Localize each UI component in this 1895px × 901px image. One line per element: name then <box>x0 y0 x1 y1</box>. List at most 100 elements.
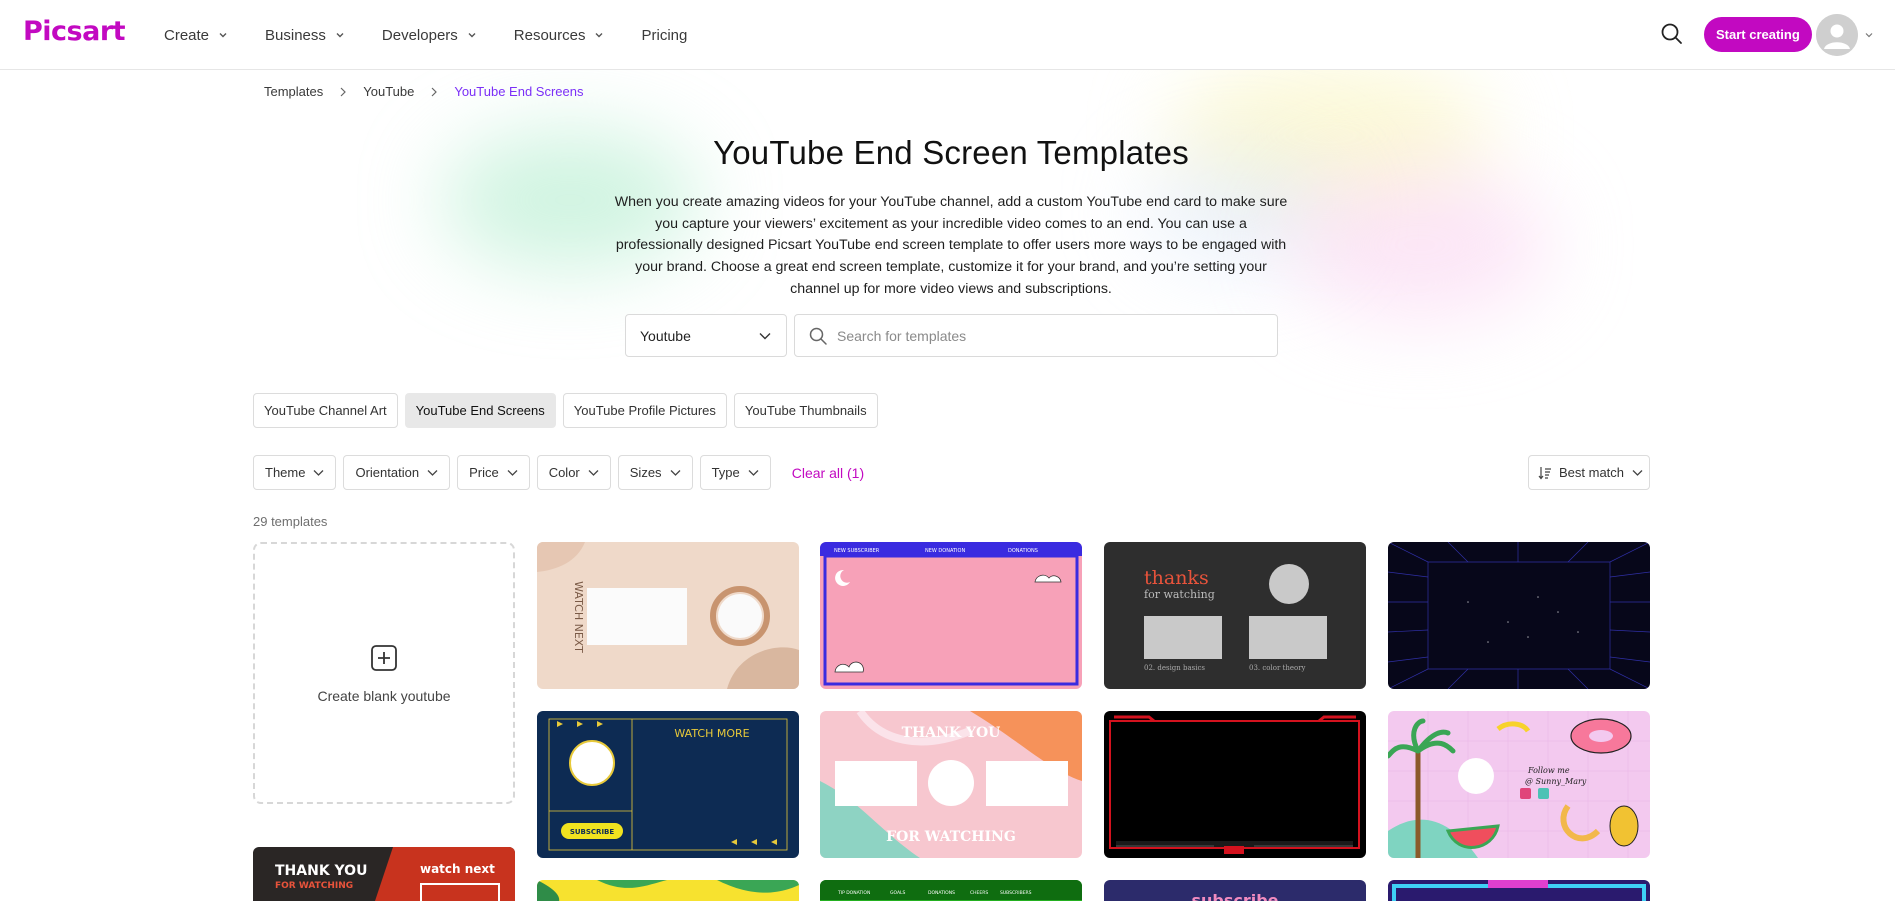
avatar[interactable] <box>1816 14 1858 56</box>
template-card[interactable]: Follow me @ Sunny_Mary <box>1388 711 1650 858</box>
template-thumbnail: WATCH MORE SUBSCRIBE <box>537 711 799 858</box>
for-watching-text: FOR WATCHING <box>275 881 353 891</box>
template-count: 29 templates <box>253 514 327 529</box>
breadcrumb-current: YouTube End Screens <box>454 84 583 99</box>
template-card[interactable]: TIP DONATION GOALS DONATIONS CHEERS SUBS… <box>820 880 1082 901</box>
chip-youtube-profile-pictures[interactable]: YouTube Profile Pictures <box>563 393 727 428</box>
search-input[interactable] <box>837 328 1257 344</box>
filter-price-label: Price <box>469 465 499 480</box>
video-label: 03. color theory <box>1249 664 1306 672</box>
template-card[interactable]: thanks for watching 02. design basics 03… <box>1104 542 1366 689</box>
chevron-right-icon <box>430 87 438 97</box>
filter-type-label: Type <box>712 465 740 480</box>
filter-orientation[interactable]: Orientation <box>343 455 450 490</box>
user-icon <box>1816 14 1858 56</box>
chevron-down-icon <box>335 30 345 40</box>
template-card[interactable] <box>1388 880 1650 901</box>
breadcrumb-templates[interactable]: Templates <box>264 84 323 99</box>
nav-resources[interactable]: Resources <box>514 27 605 44</box>
template-card[interactable] <box>1388 542 1650 689</box>
filter-theme-label: Theme <box>265 465 305 480</box>
nav-resources-label: Resources <box>514 27 586 44</box>
template-card[interactable] <box>1104 711 1366 858</box>
sort-icon <box>1537 465 1553 481</box>
create-blank-card[interactable]: Create blank youtube <box>253 542 515 804</box>
filter-theme[interactable]: Theme <box>253 455 336 490</box>
hero-gradient-pink <box>1290 170 1550 320</box>
chevron-down-icon <box>594 30 604 40</box>
chevron-down-icon <box>588 469 599 477</box>
thank-you-text: THANK YOU <box>275 863 367 879</box>
chevron-right-icon <box>339 87 347 97</box>
breadcrumb-youtube[interactable]: YouTube <box>363 84 414 99</box>
filter-color-label: Color <box>549 465 580 480</box>
page-description: When you create amazing videos for your … <box>612 192 1290 301</box>
for-watching-text: for watching <box>1144 588 1215 601</box>
filter-color[interactable]: Color <box>537 455 611 490</box>
filter-price[interactable]: Price <box>457 455 530 490</box>
chip-youtube-thumbnails[interactable]: YouTube Thumbnails <box>734 393 878 428</box>
chevron-down-icon <box>507 469 518 477</box>
bar-label: NEW SUBSCRIBER <box>834 548 880 554</box>
chevron-down-icon <box>467 30 477 40</box>
template-card[interactable]: THANK YOU FOR WATCHING watch next <box>253 847 515 901</box>
template-card[interactable]: WATCH NEXT <box>537 542 799 689</box>
template-thumbnail: subscribe <box>1104 880 1366 901</box>
filter-sizes[interactable]: Sizes <box>618 455 693 490</box>
template-thumbnail: Follow me @ Sunny_Mary <box>1388 711 1650 858</box>
chevron-down-icon[interactable] <box>1865 31 1873 39</box>
search-icon <box>808 326 828 346</box>
add-page-icon <box>369 643 399 673</box>
template-thumbnail: THANK YOU FOR WATCHING <box>820 711 1082 858</box>
nav-developers[interactable]: Developers <box>382 27 477 44</box>
chip-youtube-end-screens[interactable]: YouTube End Screens <box>405 393 556 428</box>
nav-pricing[interactable]: Pricing <box>641 27 687 44</box>
chevron-down-icon <box>1632 469 1643 477</box>
follow-me-text: Follow me <box>1527 766 1570 775</box>
search-icon[interactable] <box>1659 21 1685 47</box>
template-card[interactable]: NEW SUBSCRIBER NEW DONATION DONATIONS <box>820 542 1082 689</box>
picsart-logo[interactable]: Picsart <box>23 16 125 47</box>
chevron-down-icon <box>313 469 324 477</box>
create-blank-label: Create blank youtube <box>317 688 450 704</box>
filter-type[interactable]: Type <box>700 455 771 490</box>
template-card[interactable]: THANK YOU FOR WATCHING <box>820 711 1082 858</box>
top-header: Picsart Create Business Developers Resou… <box>0 0 1895 70</box>
page-title: YouTube End Screen Templates <box>0 134 1895 172</box>
nav-developers-label: Developers <box>382 27 458 44</box>
template-thumbnail: NEW SUBSCRIBER NEW DONATION DONATIONS <box>820 542 1082 689</box>
template-thumbnail: THANK YOU FOR WATCHING watch next <box>253 847 515 901</box>
category-chips: YouTube Channel Art YouTube End Screens … <box>253 393 878 428</box>
category-select-value: Youtube <box>640 328 691 344</box>
chip-youtube-channel-art[interactable]: YouTube Channel Art <box>253 393 398 428</box>
template-thumbnail <box>1388 880 1650 901</box>
template-search-box <box>794 314 1278 357</box>
template-thumbnail: thanks for watching 02. design basics 03… <box>1104 542 1366 689</box>
subscribe-text: SUBSCRIBE <box>570 828 615 836</box>
sort-dropdown[interactable]: Best match <box>1528 455 1650 490</box>
filter-orientation-label: Orientation <box>355 465 419 480</box>
chevron-down-icon <box>218 30 228 40</box>
watch-next-text: WATCH NEXT <box>572 581 585 653</box>
video-label: 02. design basics <box>1144 664 1205 672</box>
subscribe-text: subscribe <box>1191 891 1278 901</box>
nav-business[interactable]: Business <box>265 27 345 44</box>
template-thumbnail: WATCH NEXT <box>537 542 799 689</box>
bar-label: SUBSCRIBERS <box>1000 890 1032 896</box>
clear-all-filters-link[interactable]: Clear all (1) <box>792 465 864 481</box>
bar-label: DONATIONS <box>1008 548 1038 554</box>
chevron-down-icon <box>758 330 772 342</box>
for-watching-text: FOR WATCHING <box>886 829 1016 845</box>
handle-text: @ Sunny_Mary <box>1525 777 1587 786</box>
template-card[interactable]: subscribe <box>1104 880 1366 901</box>
bar-label: GOALS <box>890 890 906 896</box>
template-thumbnail <box>537 880 799 901</box>
bar-label: DONATIONS <box>928 890 955 896</box>
category-select[interactable]: Youtube <box>625 314 787 357</box>
start-creating-button[interactable]: Start creating <box>1704 17 1812 52</box>
chevron-down-icon <box>748 469 759 477</box>
template-card[interactable] <box>537 880 799 901</box>
nav-create-label: Create <box>164 27 209 44</box>
template-card[interactable]: WATCH MORE SUBSCRIBE <box>537 711 799 858</box>
nav-create[interactable]: Create <box>164 27 228 44</box>
